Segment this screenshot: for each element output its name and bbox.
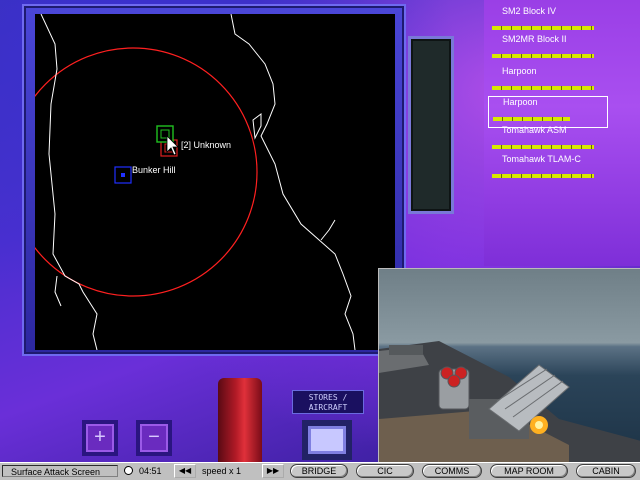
slower-button[interactable]: ◀◀: [174, 464, 196, 478]
weapon-stock-bar: [492, 26, 594, 30]
nav-cic-button[interactable]: CIC: [356, 464, 414, 478]
weapon-label: Tomahawk TLAM-C: [502, 154, 581, 164]
coastline-east: [230, 14, 356, 350]
side-slot-panel: [408, 36, 454, 214]
coastline-east-branch: [320, 219, 336, 241]
stores-label-line1: STORES /: [308, 393, 348, 402]
zoom-out-button[interactable]: −: [136, 420, 172, 456]
nav-map-room-button[interactable]: MAP ROOM: [490, 464, 568, 478]
weapon-label: Tomahawk ASM: [502, 125, 567, 135]
weapon-stock-bar: [492, 174, 594, 178]
weapon-item[interactable]: Tomahawk ASM: [488, 125, 606, 155]
launcher-scene: [379, 341, 640, 463]
island: [252, 113, 262, 140]
coastline-west: [40, 14, 98, 350]
weapon-label: Harpoon: [503, 97, 538, 107]
nav-bridge-button[interactable]: BRIDGE: [290, 464, 348, 478]
contact-label-unknown: [2] Unknown: [181, 140, 232, 150]
camera-view: [378, 268, 640, 464]
weapon-label: Harpoon: [502, 66, 537, 76]
speed-readout: speed x 1: [202, 466, 242, 476]
coastline-west-branch: [54, 275, 62, 307]
status-bar: Surface Attack Screen 04:51 ◀◀ speed x 1…: [0, 462, 640, 480]
weapon-item[interactable]: SM2MR Block II: [488, 34, 606, 64]
weapon-item-selected[interactable]: Harpoon: [488, 96, 608, 128]
weapon-item[interactable]: SM2 Block IV: [488, 6, 606, 36]
weapon-label: SM2 Block IV: [502, 6, 557, 16]
weapon-label: SM2MR Block II: [502, 34, 567, 44]
map-graphics: [35, 14, 356, 350]
zoom-in-button[interactable]: +: [82, 420, 118, 456]
screen-name: Surface Attack Screen: [2, 465, 118, 477]
stores-label-line2: AIRCRAFT: [308, 403, 348, 412]
weapon-item[interactable]: Tomahawk TLAM-C: [488, 154, 606, 184]
weapon-stock-bar: [493, 117, 570, 121]
stores-aircraft-label: STORES / AIRCRAFT: [292, 390, 364, 414]
contact-label-friendly: Bunker Hill: [132, 165, 176, 175]
nav-comms-button[interactable]: COMMS: [422, 464, 482, 478]
weapon-stock-bar: [492, 145, 594, 149]
tactical-map[interactable]: [2] Unknown Bunker Hill: [35, 14, 395, 350]
weapon-item[interactable]: Harpoon: [488, 66, 606, 96]
weapon-stock-bar: [492, 54, 594, 58]
clock-icon: [124, 466, 133, 475]
game-clock: 04:51: [139, 466, 162, 476]
weapon-stock-bar: [492, 86, 594, 90]
stores-aircraft-button[interactable]: [302, 420, 352, 460]
weapons-list: SM2 Block IV SM2MR Block II Harpoon Harp…: [484, 0, 640, 266]
faster-button[interactable]: ▶▶: [262, 464, 284, 478]
nav-cabin-button[interactable]: CABIN: [576, 464, 636, 478]
red-lever[interactable]: [218, 378, 262, 462]
launcher-left: [438, 366, 470, 410]
